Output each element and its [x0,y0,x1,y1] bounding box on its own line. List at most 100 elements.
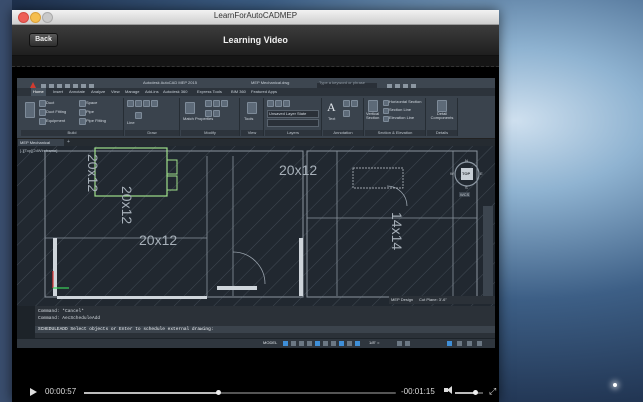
text-button[interactable]: Text [328,116,335,121]
draw-tool-icon[interactable] [143,100,150,107]
elapsed-time: 00:00:57 [45,387,77,396]
draw-tool-icon[interactable] [127,100,134,107]
wall-segment [217,286,257,290]
ribbon-tab-autodesk360[interactable]: Autodesk 360 [163,88,187,96]
layer-dropdown[interactable] [267,119,319,127]
clean-screen-icon[interactable] [467,341,472,346]
vertical-section-button[interactable]: Vertical Section [366,112,380,120]
ortho-icon[interactable] [299,341,304,346]
ribbon-tab-manage[interactable]: Manage [125,88,139,96]
cad-status-bar: MODEL 1/8" = [17,339,495,348]
play-icon[interactable] [30,388,37,396]
room-label: 20x12 [279,162,318,178]
draw-tool-icon[interactable] [135,112,142,119]
modify-tool-icon[interactable] [205,100,212,107]
ribbon-tab-home[interactable]: Home [31,88,46,96]
fullscreen-icon[interactable]: ⤢ [489,387,498,396]
elevation-line-button[interactable]: Elevation Line [389,115,414,120]
isolate-icon[interactable] [447,341,452,346]
wcs-menu[interactable]: WCS [459,192,471,197]
transparency-icon[interactable] [339,341,344,346]
draw-tool-icon[interactable] [135,100,142,107]
grid-icon[interactable] [283,341,288,346]
volume-thumb[interactable] [472,390,478,395]
section-line-button[interactable]: Section Line [389,107,411,112]
units-icon[interactable] [405,341,410,346]
view-tools-button[interactable]: Tools [244,116,253,121]
polar-icon[interactable] [307,341,312,346]
video-player[interactable]: Autodesk AutoCAD MEP 2015 MEP Mechanical… [17,78,495,348]
command-input[interactable]: SCHEDULEADD Select objects or Enter to s… [35,326,495,333]
annotation-tool-icon[interactable] [343,100,350,107]
ribbon-tab-insert[interactable]: Insert [53,88,63,96]
compass-east: E [480,171,483,176]
wall-segment [57,296,207,299]
view-tools-icon[interactable] [247,102,257,114]
command-history-line: Command: *Cancel* [38,309,84,314]
ribbon-tab-view[interactable]: View [111,88,120,96]
workspace-icon[interactable] [397,341,402,346]
otrack-icon[interactable] [323,341,328,346]
display-config[interactable]: MEP Design [391,297,413,302]
equipment-button[interactable]: Equipment [46,118,65,123]
lineweight-icon[interactable] [331,341,336,346]
cut-plane[interactable]: Cut Plane: 3'-6" [419,297,447,302]
match-properties-icon[interactable] [185,102,195,114]
room-label: 14x14 [389,212,405,251]
annotation-tool-icon[interactable] [343,110,350,117]
navigation-bar: Back Learning Video [12,25,499,56]
navigation-bar[interactable] [483,206,493,296]
text-tool-icon[interactable]: A [327,100,336,115]
seek-bar[interactable] [84,390,396,395]
annotation-tool-icon[interactable] [351,100,358,107]
annotation-scale[interactable]: 1/8" = [369,340,379,345]
ribbon-tab-express-tools[interactable]: Express Tools [197,88,222,96]
selection-cycling-icon[interactable] [347,341,352,346]
duct-fitting-button[interactable]: Duct Fitting [46,109,66,114]
snap-icon[interactable] [291,341,296,346]
ribbon-tab-bim360[interactable]: BIM 360 [231,88,246,96]
desktop-edge [0,0,12,402]
hardware-acceleration-icon[interactable] [457,341,462,346]
ribbon: Duct Duct Fitting Equipment Space Pipe P… [17,96,495,139]
pipe-fitting-icon [79,118,86,125]
modify-tool-icon[interactable] [205,110,212,117]
space-button[interactable]: Space [86,100,97,105]
line-button[interactable]: Line [127,120,135,125]
seek-thumb[interactable] [216,390,222,395]
draw-tool-icon[interactable] [151,100,158,107]
new-tab-icon[interactable]: + [67,139,70,145]
layer-state-dropdown[interactable]: Unsaved Layer State [267,110,319,118]
cad-app-title: Autodesk AutoCAD MEP 2015 [143,80,197,85]
annotation-visibility-icon[interactable] [355,341,360,346]
duct-button[interactable]: Duct [46,100,54,105]
modify-tool-icon[interactable] [213,110,220,117]
detail-components-button[interactable]: Detail Components [429,112,455,120]
duct-fitting-icon [39,109,46,116]
window-titlebar[interactable]: LearnForAutoCADMEP [12,10,499,25]
modify-tool-icon[interactable] [221,100,228,107]
section-elevation-panel-label: Section & Elevation [365,130,425,136]
pipe-button[interactable]: Pipe [86,109,94,114]
ribbon-tab-featured-apps[interactable]: Featured Apps [251,88,277,96]
layer-state-value: Unsaved Layer State [269,111,307,116]
document-tab[interactable]: MEP Mechanical [18,139,64,146]
drawing-canvas[interactable]: [-][Top][2dWireframe] 20x12 20x12 20x12 … [17,146,495,306]
ribbon-tab-annotate[interactable]: Annotate [69,88,85,96]
osnap-icon[interactable] [315,341,320,346]
tools-icon[interactable] [25,102,35,118]
modify-panel-label: Modify [181,130,239,136]
modify-tool-icon[interactable] [213,100,220,107]
room-label: 20x12 [139,232,178,248]
pipe-fitting-button[interactable]: Pipe Fitting [86,118,106,123]
volume-slider[interactable] [455,390,483,395]
horizontal-section-button[interactable]: Horizontal Section [389,99,421,104]
layer-tool-icon[interactable] [275,100,282,107]
layer-tool-icon[interactable] [267,100,274,107]
ribbon-tab-analyze[interactable]: Analyze [91,88,105,96]
customization-icon[interactable] [477,341,482,346]
viewport-controls-label[interactable]: [-][Top][2dWireframe] [20,148,57,153]
ribbon-tab-addins[interactable]: Add-ins [145,88,159,96]
layer-tool-icon[interactable] [283,100,290,107]
model-space-toggle[interactable]: MODEL [263,340,277,345]
